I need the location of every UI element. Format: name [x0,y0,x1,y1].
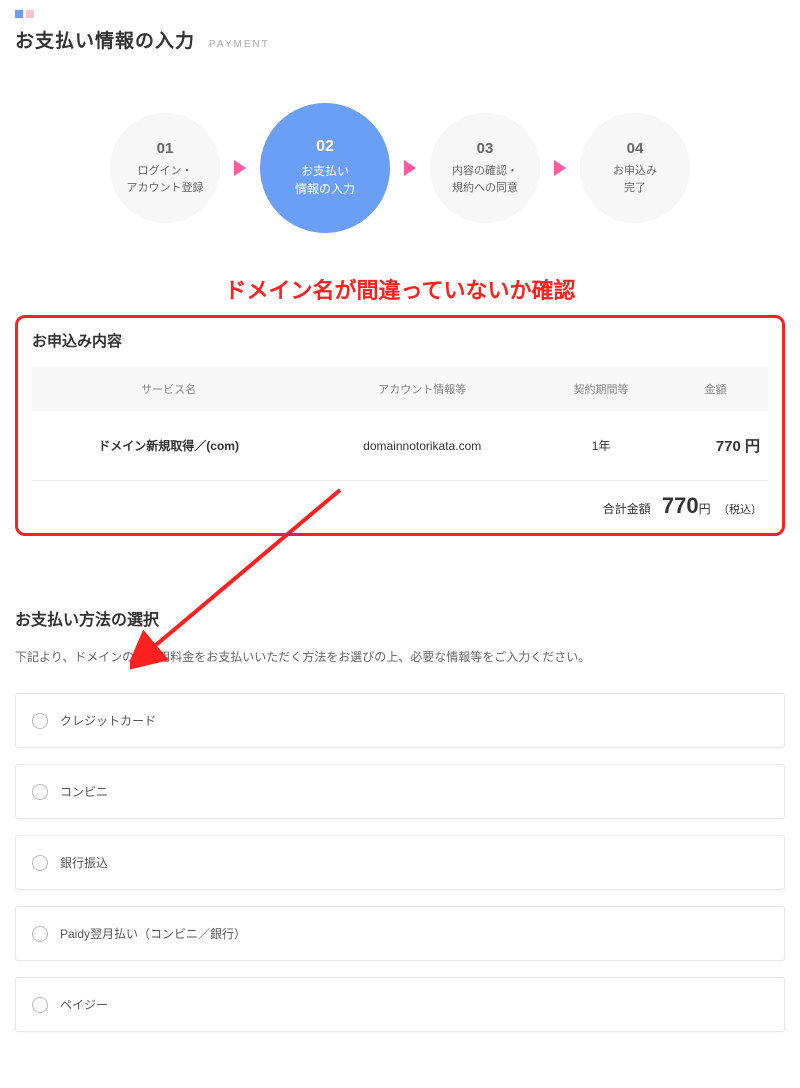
radio-icon [32,855,48,871]
total-tax: （税込） [718,504,762,516]
page-title: お支払い情報の入力 [15,26,195,53]
payment-section-title: お支払い方法の選択 [15,606,785,630]
progress-steps: 01 ログイン・ アカウント登録 02 お支払い 情報の入力 03 内容の確認・… [15,103,785,233]
table-row: ドメイン新規取得／(com) domainnotorikata.com 1年 7… [32,411,768,481]
payment-option-payeasy[interactable]: ペイジー [15,977,785,1032]
payment-option-label: Paidy翌月払い（コンビニ／銀行） [60,925,246,942]
order-summary-box: お申込み内容 サービス名 アカウント情報等 契約期間等 金額 ドメイン新規取得／… [15,315,785,536]
cell-service: ドメイン新規取得／(com) [32,411,305,481]
payment-option-paidy[interactable]: Paidy翌月払い（コンビニ／銀行） [15,906,785,961]
step-2-active: 02 お支払い 情報の入力 [260,103,390,233]
payment-option-label: クレジットカード [60,712,156,729]
cell-account: domainnotorikata.com [305,411,539,481]
total-amount: 770 [662,493,699,518]
page-title-en: PAYMENT [209,39,270,50]
radio-icon [32,784,48,800]
payment-option-bank-transfer[interactable]: 銀行振込 [15,835,785,890]
payment-option-convenience-store[interactable]: コンビニ [15,764,785,819]
payment-option-label: 銀行振込 [60,854,108,871]
annotation-text: ドメイン名が間違っていないか確認 [15,273,785,305]
col-amount: 金額 [663,367,768,411]
chevron-right-icon [554,160,566,176]
total-row: 合計金額 770円 （税込） [32,481,768,523]
col-account: アカウント情報等 [305,367,539,411]
header-accent-marks [15,10,785,18]
step-3: 03 内容の確認・ 規約への同意 [430,113,540,223]
order-title: お申込み内容 [32,330,768,351]
payment-option-label: ペイジー [60,996,108,1013]
col-period: 契約期間等 [539,367,663,411]
chevron-right-icon [404,160,416,176]
order-table: サービス名 アカウント情報等 契約期間等 金額 ドメイン新規取得／(com) d… [32,367,768,481]
payment-option-label: コンビニ [60,783,108,800]
step-1: 01 ログイン・ アカウント登録 [110,113,220,223]
radio-icon [32,713,48,729]
cell-amount: 770 円 [663,411,768,481]
cell-period: 1年 [539,411,663,481]
payment-section-desc: 下記より、ドメインのご利用料金をお支払いいただく方法をお選びの上、必要な情報等を… [15,648,785,665]
total-label: 合計金額 [603,502,651,516]
radio-icon [32,997,48,1013]
chevron-right-icon [234,160,246,176]
col-service: サービス名 [32,367,305,411]
radio-icon [32,926,48,942]
step-4: 04 お申込み 完了 [580,113,690,223]
payment-option-credit-card[interactable]: クレジットカード [15,693,785,748]
total-unit: 円 [699,502,711,516]
